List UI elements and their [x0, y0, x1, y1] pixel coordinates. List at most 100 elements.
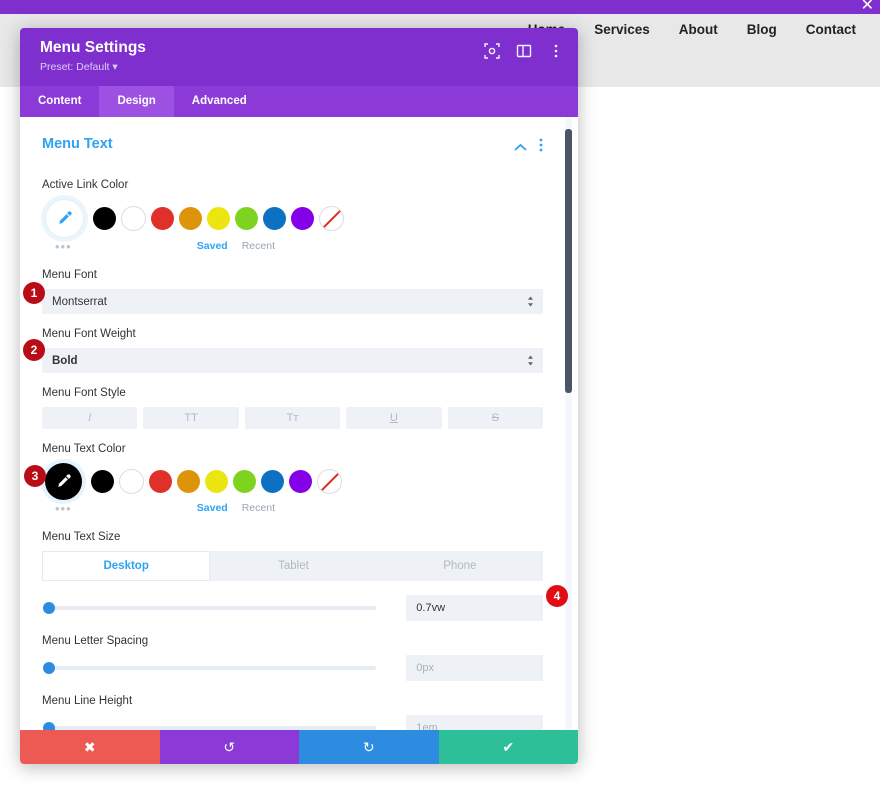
font-style-buttons: I TT Tᴛ U S	[42, 407, 544, 429]
scrollbar-thumb[interactable]	[565, 129, 572, 393]
nav-item-services[interactable]: Services	[594, 22, 650, 37]
slider-handle[interactable]	[43, 722, 55, 730]
nav-item-contact[interactable]: Contact	[806, 22, 856, 37]
saved-recent-links: Saved Recent	[197, 240, 275, 252]
menu-settings-modal: Menu Settings Preset: Default ▾ Content …	[20, 28, 578, 764]
strikethrough-button[interactable]: S	[447, 407, 544, 429]
panel-scrollbar[interactable]	[565, 117, 572, 730]
more-colors-icon[interactable]: •••	[55, 501, 72, 516]
annotation-badge-2: 2	[23, 339, 45, 361]
annotation-badge-4: 4	[546, 585, 568, 607]
menu-text-color-swatches	[45, 463, 543, 500]
menu-letter-spacing-input[interactable]: 0px	[406, 655, 543, 681]
smallcaps-button[interactable]: Tᴛ	[244, 407, 341, 429]
tab-desktop[interactable]: Desktop	[42, 551, 211, 581]
menu-text-color-subrow: ••• Saved Recent	[42, 499, 543, 517]
swatch-orange[interactable]	[177, 470, 200, 493]
menu-line-height-row: 1em	[42, 715, 543, 730]
section-controls	[514, 138, 543, 157]
swatch-white[interactable]	[121, 206, 146, 231]
recent-link[interactable]: Recent	[242, 502, 275, 514]
modal-footer: ✖ ↺ ↻ ✔	[20, 730, 578, 764]
swatch-purple[interactable]	[289, 470, 312, 493]
save-button[interactable]: ✔	[438, 730, 578, 764]
active-link-color-label: Active Link Color	[42, 179, 129, 191]
focus-icon[interactable]	[484, 43, 500, 59]
page-title: Menu Settings	[40, 39, 146, 56]
menu-line-height-input[interactable]: 1em	[406, 715, 543, 730]
menu-letter-spacing-label: Menu Letter Spacing	[42, 635, 149, 647]
more-vertical-icon[interactable]	[539, 138, 543, 157]
swatch-red[interactable]	[151, 207, 174, 230]
menu-font-weight-select[interactable]: Bold	[42, 348, 543, 373]
annotation-badge-3: 3	[24, 465, 46, 487]
swatch-transparent[interactable]	[319, 206, 344, 231]
more-options-icon[interactable]	[548, 43, 564, 59]
italic-button[interactable]: I	[42, 407, 138, 429]
swatch-yellow[interactable]	[205, 470, 228, 493]
saved-recent-links: Saved Recent	[197, 502, 275, 514]
field-menu-font: Menu Font Montserrat	[42, 269, 543, 314]
layout-icon[interactable]	[516, 43, 532, 59]
menu-letter-spacing-slider[interactable]	[43, 662, 377, 674]
field-menu-font-style: Menu Font Style I TT Tᴛ U S	[42, 387, 544, 429]
tab-tablet[interactable]: Tablet	[210, 551, 377, 581]
swatch-green[interactable]	[233, 470, 256, 493]
menu-font-style-label: Menu Font Style	[42, 387, 126, 399]
menu-line-height-label: Menu Line Height	[42, 695, 133, 707]
menu-text-size-slider[interactable]	[43, 602, 377, 614]
annotation-badge-1: 1	[23, 282, 45, 304]
menu-font-weight-value: Bold	[52, 354, 78, 367]
eyedropper-icon[interactable]	[45, 463, 82, 500]
discard-button[interactable]: ✖	[20, 730, 160, 764]
chevron-up-icon[interactable]	[514, 139, 527, 157]
redo-button[interactable]: ↻	[299, 730, 439, 764]
swatch-blue[interactable]	[261, 470, 284, 493]
swatch-transparent[interactable]	[317, 469, 342, 494]
underline-button[interactable]: U	[346, 407, 442, 429]
modal-tabs: Content Design Advanced	[20, 86, 578, 117]
field-menu-line-height: Menu Line Height 1em	[42, 695, 543, 730]
swatch-blue[interactable]	[263, 207, 286, 230]
active-link-color-subrow: ••• Saved Recent	[42, 237, 543, 255]
admin-bar: ✕	[0, 0, 880, 14]
swatch-green[interactable]	[235, 207, 258, 230]
menu-font-select[interactable]: Montserrat	[42, 289, 543, 314]
tab-advanced[interactable]: Advanced	[174, 86, 265, 117]
slider-handle[interactable]	[43, 602, 55, 614]
field-menu-text-color: Menu Text Color ••• Saved Recent	[42, 443, 543, 517]
recent-link[interactable]: Recent	[242, 240, 275, 252]
tab-phone[interactable]: Phone	[376, 551, 543, 581]
swatch-red[interactable]	[149, 470, 172, 493]
menu-text-color-label: Menu Text Color	[42, 443, 126, 455]
uppercase-button[interactable]: TT	[143, 407, 239, 429]
responsive-tabs: Desktop Tablet Phone	[42, 551, 543, 581]
preset-selector[interactable]: Preset: Default ▾	[40, 61, 118, 73]
undo-button[interactable]: ↺	[159, 730, 299, 764]
swatch-black[interactable]	[91, 470, 114, 493]
tab-content[interactable]: Content	[20, 86, 99, 117]
nav-item-about[interactable]: About	[679, 22, 718, 37]
nav-item-blog[interactable]: Blog	[747, 22, 777, 37]
chevron-updown-icon	[527, 295, 534, 308]
field-active-link-color: Active Link Color ••• Saved Recent	[42, 179, 543, 255]
slider-handle[interactable]	[43, 662, 55, 674]
eyedropper-icon[interactable]	[45, 199, 84, 238]
swatch-orange[interactable]	[179, 207, 202, 230]
menu-text-size-input[interactable]: 0.7vw	[406, 595, 543, 621]
modal-header: Menu Settings Preset: Default ▾	[20, 28, 578, 86]
settings-content: Menu Text Active Link Color ••• Saved Re…	[20, 117, 565, 730]
swatch-white[interactable]	[119, 469, 144, 494]
saved-link[interactable]: Saved	[197, 240, 228, 252]
menu-text-size-row: 0.7vw	[42, 595, 543, 621]
saved-link[interactable]: Saved	[197, 502, 228, 514]
more-colors-icon[interactable]: •••	[55, 239, 72, 254]
swatch-yellow[interactable]	[207, 207, 230, 230]
swatch-purple[interactable]	[291, 207, 314, 230]
menu-line-height-slider[interactable]	[43, 722, 377, 730]
swatch-black[interactable]	[93, 207, 116, 230]
close-icon[interactable]: ✕	[861, 0, 874, 14]
menu-letter-spacing-row: 0px	[42, 655, 543, 681]
tab-design[interactable]: Design	[99, 86, 174, 117]
header-icon-group	[484, 43, 564, 59]
